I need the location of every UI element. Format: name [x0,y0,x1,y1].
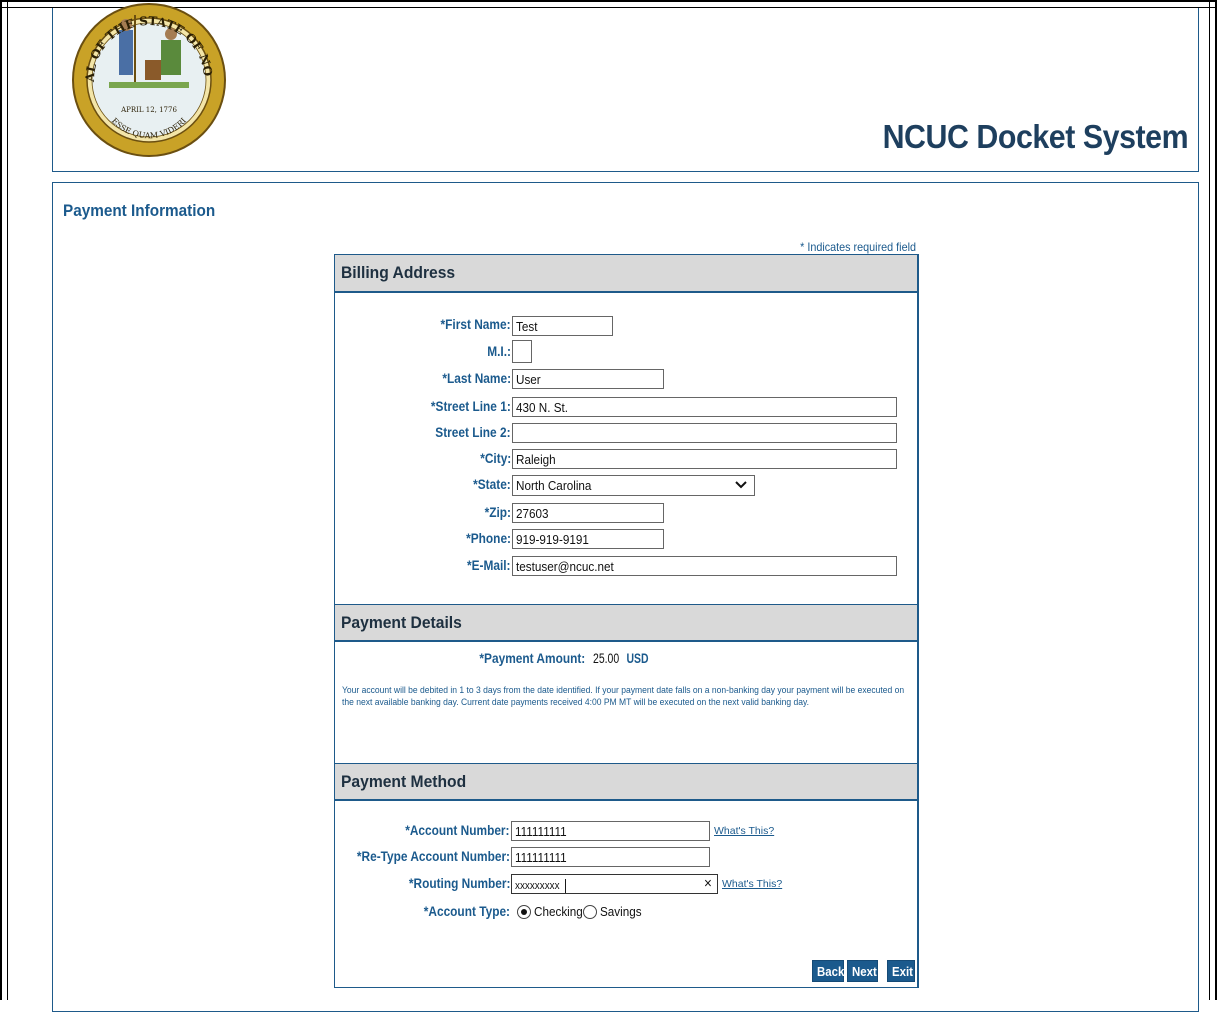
site-title: NCUC Docket System [882,118,1188,155]
routing-number-field[interactable]: xxxxxxxxx × [511,874,718,894]
state-label: *State: [473,477,511,492]
payment-currency: USD [626,651,649,666]
routing-number-help-link[interactable]: What's This? [722,878,782,890]
street-line-2-field[interactable] [512,423,897,443]
main-panel: Payment Information * Indicates required… [52,182,1199,1012]
checking-radio[interactable] [517,905,531,919]
last-name-label: *Last Name: [442,371,511,386]
email-label: *E-Mail: [467,558,511,573]
savings-radio[interactable] [583,905,597,919]
section-header-payment-method: Payment Method [335,763,917,801]
mi-field[interactable] [512,340,532,363]
section-title-payment-method: Payment Method [341,772,467,791]
account-type-label: *Account Type: [423,904,510,919]
payment-form: Billing Address *First Name: Test M.I.: … [334,254,919,988]
back-button[interactable]: Back [812,960,844,982]
section-header-billing: Billing Address [335,255,917,293]
payment-amount: 25.00 USD [593,651,659,666]
routing-number-value: xxxxxxxxx [515,880,560,892]
account-number-help-link[interactable]: What's This? [714,825,774,837]
zip-field[interactable]: 27603 [512,503,664,523]
payment-amount-value: 25.00 [593,651,620,666]
chevron-down-icon [735,481,747,489]
text-cursor [564,878,566,893]
seal-date: APRIL 12, 1776 [120,106,177,114]
checking-label: Checking [534,904,583,919]
section-title-billing: Billing Address [341,263,456,282]
savings-label: Savings [600,904,642,919]
city-label: *City: [479,451,511,466]
next-button[interactable]: Next [847,960,878,982]
required-field-note: * Indicates required field [800,240,916,254]
window-frame-left [0,0,8,1000]
clear-input-icon[interactable]: × [704,875,712,892]
header-panel: THE GREAT SEAL OF THE STATE OF NORTH CAR… [52,0,1199,172]
account-number-label: *Account Number: [405,823,510,838]
account-number-field[interactable]: 111111111 [511,821,710,841]
section-header-payment-details: Payment Details [335,604,917,642]
street-line-2-label: Street Line 2: [435,425,511,440]
zip-label: *Zip: [484,505,511,520]
city-field[interactable]: Raleigh [512,449,897,469]
mi-label: M.I.: [487,344,511,359]
street-line-1-label: *Street Line 1: [431,399,511,414]
routing-number-label: *Routing Number: [408,876,510,891]
exit-button[interactable]: Exit [887,960,915,982]
retype-account-label: *Re-Type Account Number: [356,849,510,864]
last-name-field[interactable]: User [512,369,664,389]
phone-label: *Phone: [466,531,511,546]
payment-amount-label: *Payment Amount: [479,651,585,666]
first-name-field[interactable]: Test [512,316,613,336]
street-line-1-field[interactable]: 430 N. St. [512,397,897,417]
window-frame-right [1209,0,1217,1000]
state-select-value: North Carolina [516,478,592,493]
debit-notice: Your account will be debited in 1 to 3 d… [342,685,905,708]
page-title: Payment Information [63,201,216,220]
retype-account-field[interactable]: 111111111 [511,847,710,867]
first-name-label: *First Name: [441,317,511,332]
state-select[interactable]: North Carolina [512,475,755,496]
nc-state-seal-icon: THE GREAT SEAL OF THE STATE OF NORTH CAR… [69,0,226,157]
section-title-payment-details: Payment Details [341,613,462,632]
email-field[interactable]: testuser@ncuc.net [512,556,897,576]
phone-field[interactable]: 919-919-9191 [512,529,664,549]
